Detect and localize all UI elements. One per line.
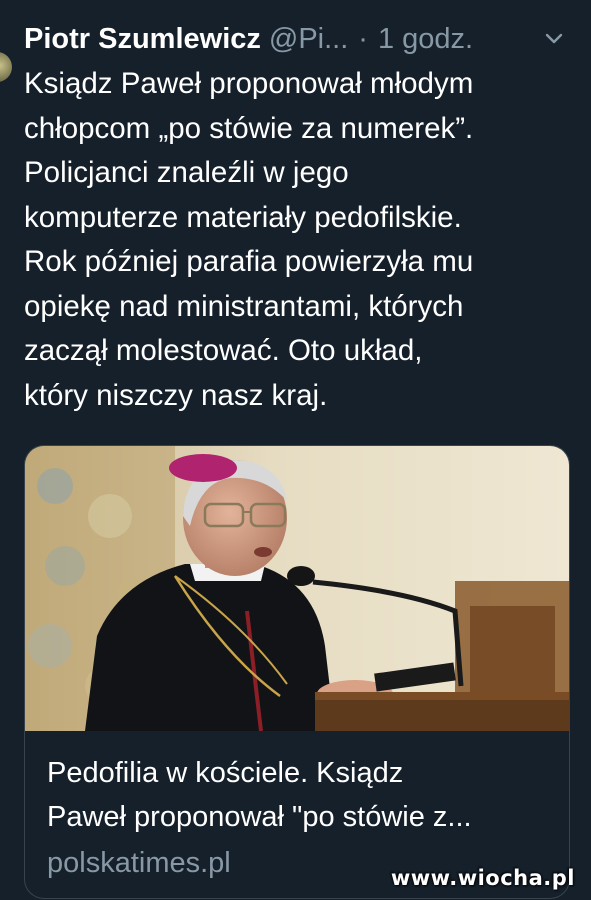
tweet-timestamp[interactable]: 1 godz.	[378, 23, 473, 56]
tweet-text-line: Ksiądz Paweł proponował młodym	[24, 67, 474, 100]
chevron-down-icon[interactable]	[537, 24, 571, 54]
tweet-header: Piotr Szumlewicz @Pi... · 1 godz.	[24, 18, 571, 60]
tweet-text-line: który niszczy nasz kraj.	[24, 378, 328, 412]
tweet-text-line: Rok później parafia powierzyła mu	[24, 245, 474, 278]
card-title-line: Pedofilia w kościele. Ksiądz	[47, 757, 404, 789]
watermark: www.wiocha.pl	[390, 866, 575, 890]
separator-dot: ·	[358, 22, 368, 55]
tweet-text-line: komputerze materiały pedofilskie.	[24, 200, 462, 234]
avatar[interactable]	[0, 52, 12, 82]
author-handle[interactable]: @Pi...	[269, 23, 348, 56]
card-image[interactable]	[25, 446, 569, 731]
tweet-text-line: opiekę nad ministrantami, których	[24, 289, 464, 323]
tweet-text-line: zaczął molestować. Oto układ,	[24, 334, 423, 367]
tweet-text-line: Policjanci znaleźli w jego	[24, 156, 349, 189]
link-preview-card[interactable]: Pedofilia w kościele. Ksiądz Paweł propo…	[24, 445, 570, 899]
tweet-text-line: chłopcom „po stówie za numerek”.	[24, 111, 474, 145]
card-title[interactable]: Pedofilia w kościele. Ksiądz Paweł propo…	[47, 751, 552, 839]
card-domain[interactable]: polskatimes.pl	[47, 843, 231, 883]
tweet-text: Ksiądz Paweł proponował młodym chłopcom …	[24, 62, 569, 418]
author-name[interactable]: Piotr Szumlewicz	[24, 23, 261, 56]
card-title-line: Paweł proponował "po stówie z...	[47, 801, 472, 833]
